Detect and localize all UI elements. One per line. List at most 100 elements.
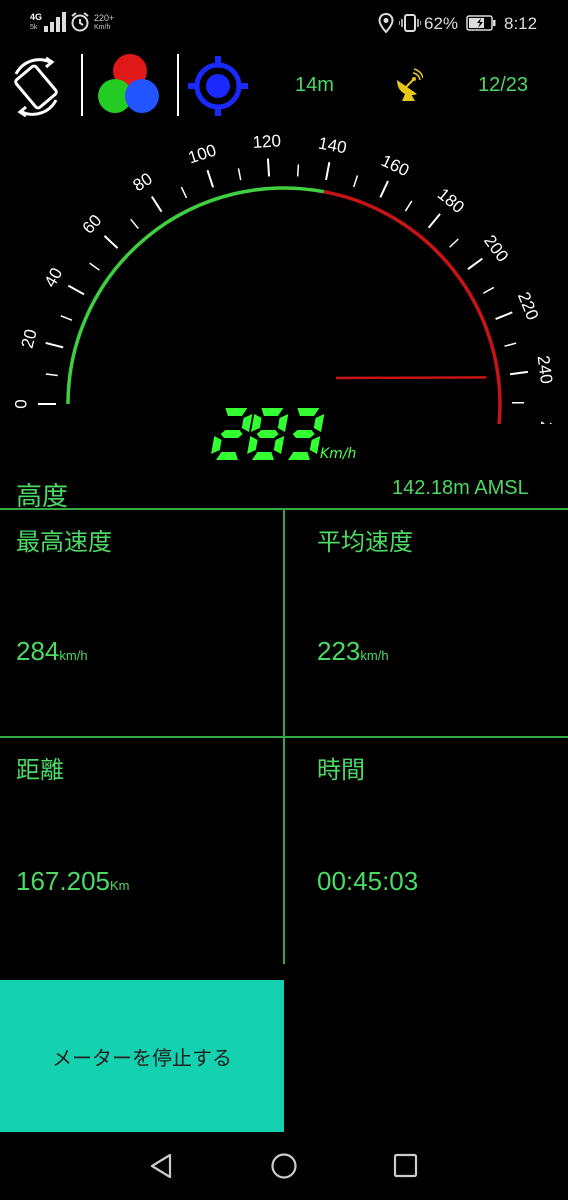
satellite-dish-icon [397,68,423,101]
recent-apps-icon[interactable] [392,1152,420,1180]
altitude-value: 142.18m AMSL [392,477,529,499]
gauge-minor-tick [404,200,413,212]
gauge-tick-label: 120 [252,131,282,152]
status-bar: 4G 5k 220+ Km/h 62% 8:12 [0,0,568,44]
color-theme-button[interactable] [96,52,162,118]
gauge-tick-label: 140 [317,134,348,158]
signal-icon [44,12,66,32]
gauge-major-tick [45,341,64,349]
satellite-count: 12/23 [478,74,529,96]
speed-limit-value: 220+ [94,13,115,23]
digit-segment [251,414,262,432]
toolbar-separator [177,54,179,116]
gauge-major-tick [379,180,389,198]
speedometer-gauge: 020406080100120140160180200220240260 [11,131,556,424]
digit-segment [313,414,325,432]
max-speed-value: 284 [16,636,60,666]
distance-value: 167.205 [16,866,110,896]
digital-speed-readout: Km/h [0,400,568,470]
gauge-major-tick [509,370,529,376]
gauge-tick-label: 180 [434,184,468,217]
gauge-tick-label: 80 [130,169,156,195]
gauge-major-tick [67,284,85,296]
digit-segment [241,414,253,432]
gauge-major-tick [206,169,215,188]
stat-cell-distance: 距離 167.205Km [0,738,283,964]
home-icon[interactable] [270,1152,298,1180]
digit-segment [277,414,289,432]
gauge-major-tick [495,311,513,320]
digit-segment [309,436,321,454]
battery-icon [466,15,496,31]
digit-segment [297,408,320,416]
gauge-minor-tick [60,315,73,321]
digit-segment [256,430,279,438]
gauge-minor-tick [504,342,517,347]
time-label: 時間 [317,756,365,784]
gauge-major-tick [103,235,119,249]
rgb-color-icon [98,54,159,113]
digit-segment [288,452,310,460]
digit-segment [273,436,285,454]
rotate-screen-button[interactable] [6,56,66,118]
gauge-minor-tick [130,218,139,230]
gauge-minor-tick [449,238,459,248]
digit-segment [261,408,284,416]
navigation-bar [0,1132,568,1200]
gauge-major-tick [325,162,331,181]
rotate-screen-icon [14,56,58,118]
gauge-minor-tick [45,373,58,377]
net-speed: 5k [30,24,38,31]
toolbar: 14m 12/23 [0,44,568,124]
gauge-minor-tick [482,286,495,294]
avg-speed-value: 223 [317,636,361,666]
gauge-needle [335,376,487,380]
gps-locate-button[interactable] [188,56,248,116]
digit-segment [225,408,248,416]
gauge-major-tick [150,195,163,213]
location-icon [378,13,394,33]
network-type: 4G [30,12,43,22]
digit-segment [292,430,315,438]
stat-cell-avg-speed: 平均速度 223km/h [285,510,568,736]
back-icon[interactable] [148,1152,176,1180]
gauge-tick-label: 60 [79,211,106,238]
gauge-tick-label: 40 [41,265,67,291]
gauge-minor-tick [89,262,100,271]
digit-segment [252,452,274,460]
distance-unit: Km [109,878,130,893]
gauge-tick-label: 200 [480,231,512,265]
avg-speed-readout: 223km/h [317,636,389,667]
gauge-arc-low-range [66,186,325,405]
gauge-minor-tick [353,175,359,188]
max-speed-readout: 284km/h [16,636,88,667]
time-value: 00:45:03 [317,866,419,896]
gauge-arc-high-range [323,189,502,424]
gauge-tick-label: 240 [534,354,557,385]
gauge-minor-tick [296,164,300,177]
gauge-tick-label: 100 [186,141,219,168]
stat-cell-max-speed: 最高速度 284km/h [0,510,283,736]
avg-speed-unit: km/h [360,648,389,663]
gauge-major-tick [427,213,441,229]
avg-speed-label: 平均速度 [317,528,413,556]
digit-segment [216,452,238,460]
max-speed-label: 最高速度 [16,528,112,556]
gauge-tick-label: 220 [514,289,542,322]
speed-digits-group [211,408,325,460]
digit-segment [211,436,222,454]
speed-unit: Km/h [320,446,357,462]
gauge-minor-tick [180,186,188,199]
distance-label: 距離 [16,756,64,784]
gauge-major-tick [266,158,271,177]
toolbar-separator [81,54,83,116]
stop-meter-button[interactable]: メーターを停止する [0,980,284,1132]
gauge-tick-label: 20 [18,327,41,350]
gps-accuracy: 14m [295,74,334,96]
speed-limit-unit: Km/h [94,24,111,31]
max-speed-unit: km/h [59,648,88,663]
gauge-ticks: 020406080100120140160180200220240260 [11,131,556,424]
clock: 8:12 [504,14,538,33]
stat-cell-time: 時間 00:45:03 [285,738,568,964]
alarm-icon [71,12,89,32]
